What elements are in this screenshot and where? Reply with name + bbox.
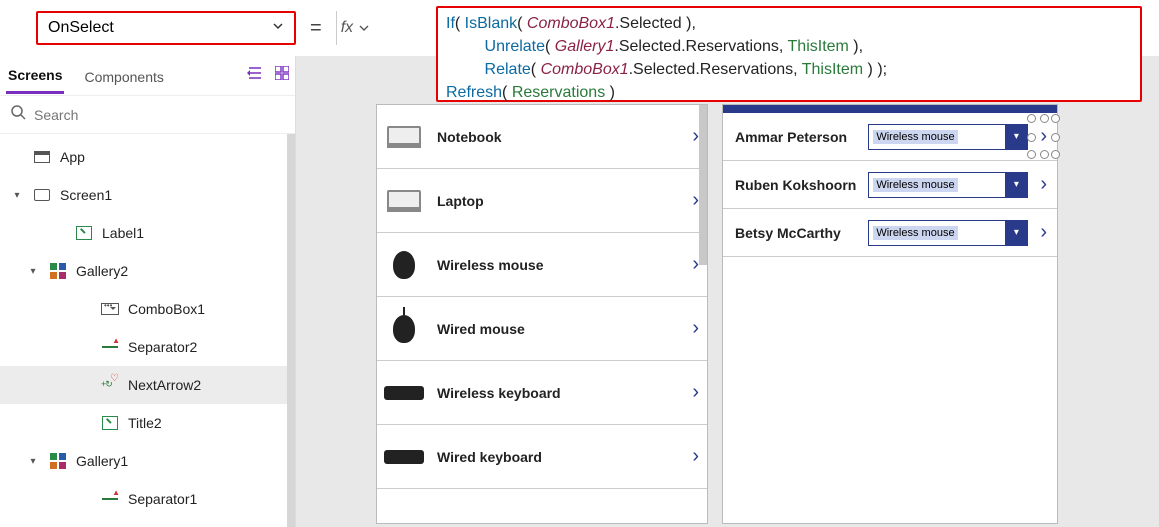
product-thumb xyxy=(383,185,425,217)
chevron-down-icon: ▾ xyxy=(1005,125,1027,149)
tree-item-label: Screen1 xyxy=(60,187,112,203)
tree-item-screen1[interactable]: ▾ Screen1 xyxy=(0,176,295,214)
next-icon xyxy=(100,377,120,393)
tree-view: App ▾ Screen1 Label1 ▾ Gallery2 ComboBox1 Separ… xyxy=(0,134,295,527)
chevron-right-icon[interactable]: › xyxy=(692,125,699,148)
chevron-right-icon[interactable]: › xyxy=(692,381,699,404)
chevron-down-icon xyxy=(272,19,284,37)
product-row[interactable]: Wired keyboard › xyxy=(377,425,707,489)
reservation-combobox[interactable]: Wireless mouse ▾ xyxy=(868,220,1028,246)
tree-item-label: Separator1 xyxy=(128,491,197,507)
search-icon xyxy=(10,104,26,125)
chevron-right-icon[interactable]: › xyxy=(692,189,699,212)
reservation-name: Ammar Peterson xyxy=(735,129,858,145)
tab-screens[interactable]: Screens xyxy=(6,57,64,94)
product-label: Wireless keyboard xyxy=(437,385,680,401)
tree-item-nextarrow2[interactable]: NextArrow2 xyxy=(0,366,295,404)
next-arrow-icon[interactable]: › xyxy=(1038,221,1049,244)
tree-item-gallery2[interactable]: ▾ Gallery2 xyxy=(0,252,295,290)
product-label: Wired keyboard xyxy=(437,449,680,465)
tree-item-label: Label1 xyxy=(102,225,144,241)
tree-item-combobox1[interactable]: ComboBox1 xyxy=(0,290,295,328)
property-dropdown[interactable]: OnSelect xyxy=(36,11,296,45)
combobox-value: Wireless mouse xyxy=(873,178,957,192)
equals-label: = xyxy=(304,17,328,40)
tree-item-separator1[interactable]: Separator1 xyxy=(0,480,295,518)
label-icon xyxy=(100,416,120,430)
reservation-name: Ruben Kokshoorn xyxy=(735,177,858,193)
grid-view-icon[interactable] xyxy=(275,66,289,85)
combobox-value: Wireless mouse xyxy=(873,226,957,240)
tab-components[interactable]: Components xyxy=(82,59,165,93)
product-row[interactable]: Laptop › xyxy=(377,169,707,233)
reservation-name: Betsy McCarthy xyxy=(735,225,858,241)
tree-item-separator2[interactable]: Separator2 xyxy=(0,328,295,366)
formula-bar[interactable]: If( IsBlank( ComboBox1.Selected ), Unrel… xyxy=(436,6,1142,102)
combo-icon xyxy=(100,303,120,315)
next-arrow-icon[interactable]: › xyxy=(1038,125,1049,147)
chevron-right-icon[interactable]: › xyxy=(692,317,699,340)
tree-item-label: Gallery1 xyxy=(76,453,128,469)
caret-icon: ▾ xyxy=(26,456,40,467)
product-row[interactable]: Wireless keyboard › xyxy=(377,361,707,425)
gallery-icon xyxy=(48,453,68,469)
product-row[interactable]: Wired mouse › xyxy=(377,297,707,361)
combobox-value: Wireless mouse xyxy=(873,130,957,144)
gallery2-pane: Ammar PetersonWireless mouse▾›Ruben Koks… xyxy=(722,104,1058,524)
next-arrow-icon[interactable]: › xyxy=(1038,173,1049,196)
sep-icon xyxy=(100,340,120,354)
tree-item-label: NextArrow2 xyxy=(128,377,201,393)
fx-label: fx xyxy=(341,19,353,37)
product-thumb xyxy=(383,377,425,409)
tree-item-app[interactable]: App xyxy=(0,138,295,176)
product-thumb xyxy=(383,313,425,345)
product-row[interactable]: Wireless mouse › xyxy=(377,233,707,297)
panel-tabs: Screens Components xyxy=(0,56,295,96)
tree-item-label: ComboBox1 xyxy=(128,301,205,317)
reservation-row: Ruben Kokshoorn Wireless mouse ▾ › xyxy=(723,161,1057,209)
reservation-row: Betsy McCarthy Wireless mouse ▾ › xyxy=(723,209,1057,257)
tree-item-label: App xyxy=(60,149,85,165)
scrollbar[interactable] xyxy=(699,105,707,265)
tree-panel: Screens Components App ▾ Screen1 Label1 ▾ Gal… xyxy=(0,56,296,527)
chevron-right-icon[interactable]: › xyxy=(692,445,699,468)
product-label: Wired mouse xyxy=(437,321,680,337)
caret-icon: ▾ xyxy=(26,266,40,277)
product-thumb xyxy=(383,441,425,473)
tree-item-title2[interactable]: Title2 xyxy=(0,404,295,442)
tree-search xyxy=(0,96,295,134)
tree-item-gallery1[interactable]: ▾ Gallery1 xyxy=(0,442,295,480)
chevron-right-icon[interactable]: › xyxy=(692,253,699,276)
chevron-down-icon: ▾ xyxy=(1005,221,1027,245)
reservations-header xyxy=(723,105,1057,113)
reservation-combobox[interactable]: Wireless mouse ▾ xyxy=(868,124,1028,150)
product-label: Notebook xyxy=(437,129,680,145)
tree-item-label: Title2 xyxy=(128,415,162,431)
scrollbar[interactable] xyxy=(287,134,295,527)
tree-search-input[interactable] xyxy=(34,107,285,123)
sep-icon xyxy=(100,492,120,506)
tree-item-label1[interactable]: Label1 xyxy=(0,214,295,252)
tree-collapse-icon[interactable] xyxy=(247,66,263,85)
tree-item-label: Gallery2 xyxy=(76,263,128,279)
label-icon xyxy=(74,226,94,240)
product-thumb xyxy=(383,249,425,281)
reservation-row: Ammar Peterson Wireless mouse ▾ › xyxy=(723,113,1057,161)
reservation-combobox[interactable]: Wireless mouse ▾ xyxy=(868,172,1028,198)
product-label: Wireless mouse xyxy=(437,257,680,273)
chevron-down-icon: ▾ xyxy=(1005,173,1027,197)
chevron-down-icon xyxy=(359,23,369,33)
canvas: Notebook›Laptop›Wireless mouse›Wired mou… xyxy=(296,56,1159,527)
fx-button[interactable]: fx xyxy=(336,11,379,45)
gallery-icon xyxy=(48,263,68,279)
product-thumb xyxy=(383,121,425,153)
gallery1-pane: Notebook›Laptop›Wireless mouse›Wired mou… xyxy=(376,104,708,524)
tree-item-label: Separator2 xyxy=(128,339,197,355)
property-dropdown-value: OnSelect xyxy=(48,19,114,37)
product-row[interactable]: Notebook › xyxy=(377,105,707,169)
app-icon xyxy=(32,151,52,163)
screen-icon xyxy=(32,189,52,201)
product-label: Laptop xyxy=(437,193,680,209)
caret-icon: ▾ xyxy=(10,190,24,201)
